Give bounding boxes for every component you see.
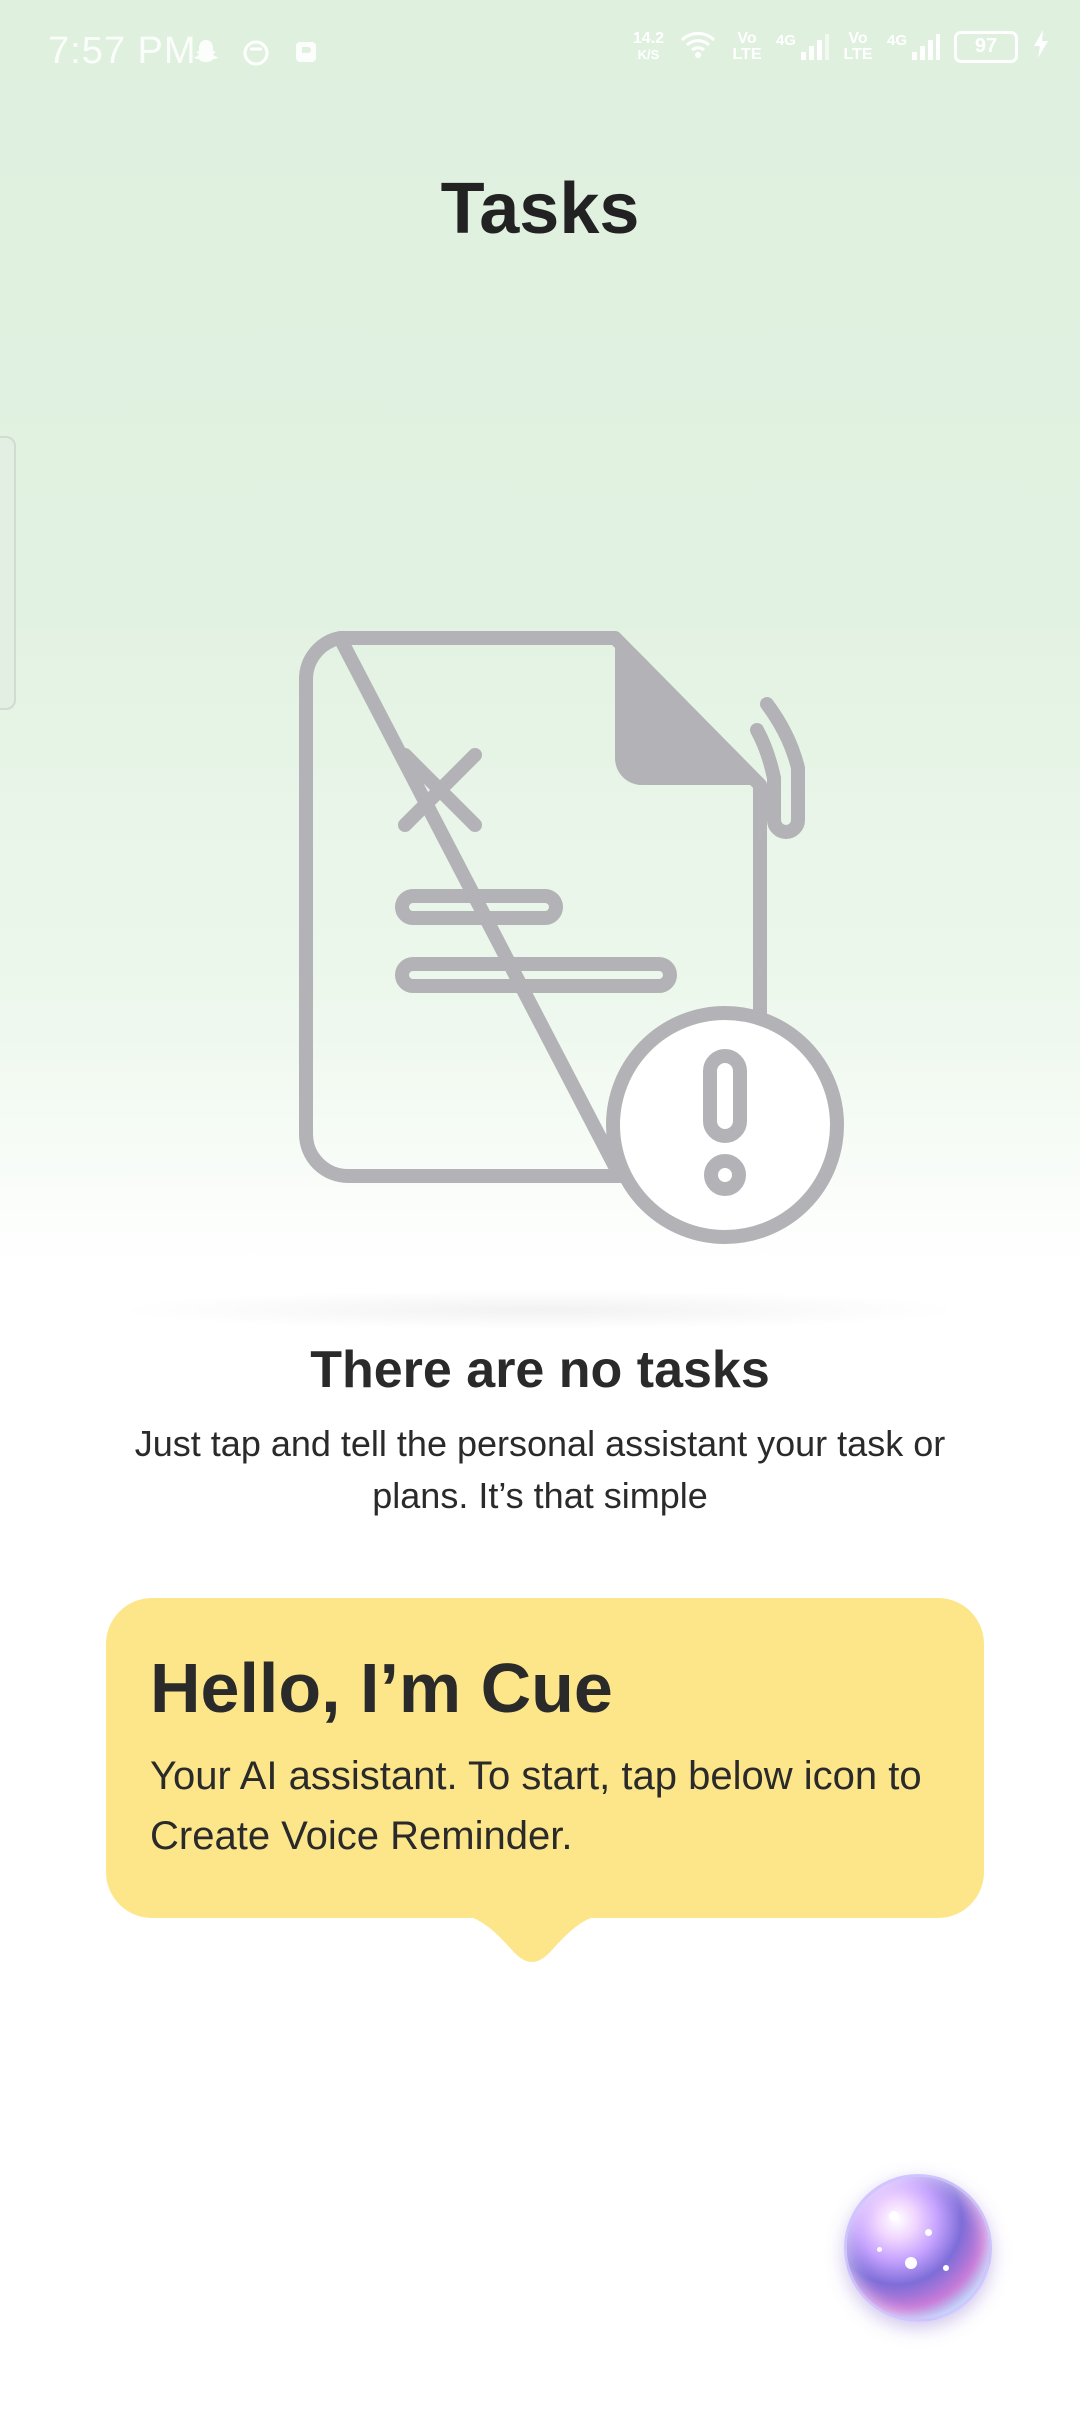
app-icon — [240, 36, 272, 68]
wifi-icon — [678, 28, 718, 65]
side-drawer-handle[interactable] — [0, 436, 16, 710]
assistant-message: Your AI assistant. To start, tap below i… — [150, 1746, 984, 1866]
orb-sparkle — [905, 2257, 917, 2269]
app-icon — [290, 36, 322, 68]
illustration-shadow — [110, 1290, 970, 1330]
status-time: 7:57 PM — [48, 30, 197, 72]
orb-sparkle — [943, 2265, 949, 2271]
battery-icon: 97 — [954, 30, 1018, 63]
notification-icons — [190, 36, 322, 68]
assistant-bubble: Hello, I’m Cue Your AI assistant. To sta… — [106, 1598, 984, 1918]
orb-sparkle — [877, 2247, 882, 2252]
signal-icon: 4G — [887, 32, 940, 62]
bubble-tail — [452, 1914, 612, 1962]
orb-sparkle — [925, 2229, 932, 2236]
page-title: Tasks — [440, 169, 640, 249]
status-bar: 7:57 PM 14.2 K/S Vo LTE 4G Vo LTE 4G 97 — [0, 0, 1080, 110]
charging-icon — [1032, 29, 1050, 64]
orb-sparkle — [889, 2211, 899, 2221]
document-error-icon — [290, 620, 860, 1260]
status-icons: 14.2 K/S Vo LTE 4G Vo LTE 4G 97 — [633, 28, 1050, 65]
assistant-greeting: Hello, I’m Cue — [150, 1649, 613, 1727]
empty-state-title: There are no tasks — [310, 1341, 770, 1399]
empty-state-subtitle: Just tap and tell the personal assistant… — [134, 1423, 946, 1516]
snapchat-icon — [190, 36, 222, 68]
volte-label: Vo LTE — [732, 29, 762, 63]
assistant-message-line: Your AI assistant. To start, tap below i… — [150, 1754, 922, 1798]
net-speed: 14.2 K/S — [632, 29, 664, 62]
volte-label: Vo LTE — [843, 29, 873, 63]
voice-orb-icon[interactable] — [844, 2174, 992, 2322]
assistant-message-line: Create Voice Reminder. — [150, 1814, 573, 1858]
signal-icon: 4G — [776, 32, 829, 62]
